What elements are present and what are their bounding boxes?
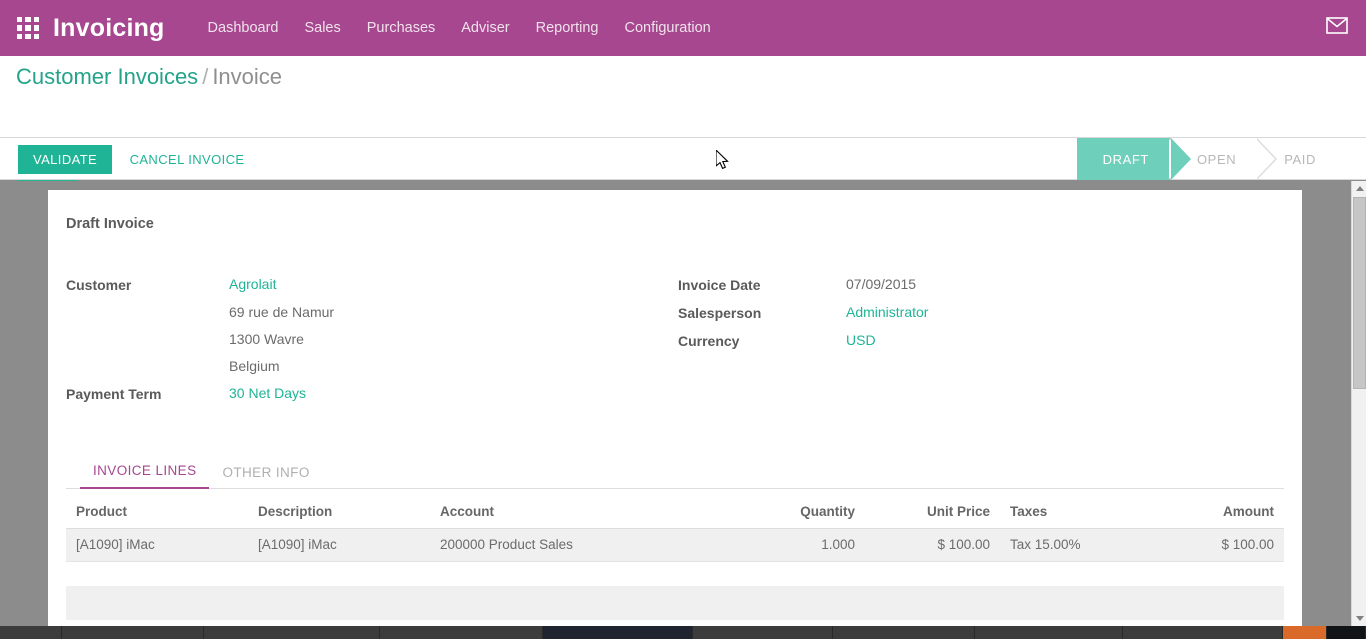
status-stage-open-label: OPEN — [1197, 152, 1236, 167]
address-street: 69 rue de Namur — [229, 304, 678, 320]
tab-invoice-lines[interactable]: INVOICE LINES — [80, 455, 209, 489]
payment-term-value[interactable]: 30 Net Days — [229, 385, 306, 401]
status-stage-draft-label: DRAFT — [1103, 152, 1149, 167]
cell-product: [A1090] iMac — [66, 529, 248, 562]
top-navbar: Invoicing Dashboard Sales Purchases Advi… — [0, 0, 1366, 56]
envelope-icon[interactable] — [1326, 17, 1348, 39]
taskbar-segment[interactable] — [975, 626, 1123, 639]
control-panel: Customer Invoices/Invoice EDIT CREATE Pr… — [0, 56, 1366, 138]
column-header-product: Product — [66, 497, 248, 529]
grid-apps-icon[interactable] — [17, 17, 39, 39]
os-taskbar — [0, 626, 1366, 639]
menu-item-sales[interactable]: Sales — [291, 0, 353, 56]
status-pipeline: DRAFT OPEN PAID — [1077, 138, 1338, 180]
taskbar-segment[interactable] — [0, 626, 62, 639]
form-fields: Customer Agrolait 69 rue de Namur 1300 W… — [66, 276, 1284, 413]
field-invoice-date: Invoice Date 07/09/2015 — [678, 276, 1238, 293]
table-row[interactable]: [A1090] iMac [A1090] iMac 200000 Product… — [66, 529, 1284, 562]
form-view-content: Draft Invoice Customer Agrolait 69 rue d… — [0, 181, 1351, 626]
breadcrumb-current: Invoice — [212, 64, 282, 89]
status-stage-paid[interactable]: PAID — [1258, 138, 1338, 180]
main-menu: Dashboard Sales Purchases Adviser Report… — [195, 0, 724, 56]
tab-other-info[interactable]: OTHER INFO — [209, 457, 322, 489]
currency-value[interactable]: USD — [846, 332, 876, 348]
invoice-lines-table: Product Description Account Quantity Uni… — [66, 497, 1284, 562]
triangle-down-icon[interactable] — [1352, 611, 1366, 626]
customer-label: Customer — [66, 276, 229, 293]
customer-address: 69 rue de Namur 1300 Wavre Belgium — [66, 304, 678, 374]
column-header-description: Description — [248, 497, 430, 529]
status-stage-draft[interactable]: DRAFT — [1077, 138, 1171, 180]
taskbar-segment[interactable] — [1327, 626, 1366, 639]
add-line-placeholder-row[interactable] — [66, 586, 1284, 620]
column-header-quantity: Quantity — [715, 497, 865, 529]
validate-button[interactable]: VALIDATE — [18, 145, 112, 174]
form-right-column: Invoice Date 07/09/2015 Salesperson Admi… — [678, 276, 1238, 413]
form-title: Draft Invoice — [66, 216, 1284, 232]
vertical-scrollbar[interactable] — [1351, 181, 1366, 626]
form-notebook-tabs: INVOICE LINES OTHER INFO — [66, 455, 1284, 489]
field-payment-term: Payment Term 30 Net Days — [66, 385, 678, 402]
menu-item-configuration[interactable]: Configuration — [612, 0, 724, 56]
cell-amount: $ 100.00 — [1155, 529, 1284, 562]
breadcrumb: Customer Invoices/Invoice — [16, 64, 282, 90]
customer-value[interactable]: Agrolait — [229, 276, 276, 292]
menu-item-purchases[interactable]: Purchases — [354, 0, 449, 56]
address-city: 1300 Wavre — [229, 331, 678, 347]
scrollbar-thumb[interactable] — [1353, 197, 1366, 389]
payment-term-label: Payment Term — [66, 385, 229, 402]
status-stage-paid-label: PAID — [1284, 152, 1316, 167]
cell-quantity: 1.000 — [715, 529, 865, 562]
taskbar-segment-highlight[interactable] — [1283, 626, 1327, 639]
taskbar-segment[interactable] — [380, 626, 543, 639]
salesperson-label: Salesperson — [678, 304, 846, 321]
cell-description: [A1090] iMac — [248, 529, 430, 562]
table-header-row: Product Description Account Quantity Uni… — [66, 497, 1284, 529]
menu-item-adviser[interactable]: Adviser — [448, 0, 522, 56]
taskbar-segment-active[interactable] — [543, 626, 693, 639]
column-header-amount: Amount — [1155, 497, 1284, 529]
stage-chevron-icon — [1257, 138, 1277, 180]
app-brand-title[interactable]: Invoicing — [53, 14, 165, 43]
workflow-buttons: VALIDATE CANCEL INVOICE — [18, 145, 258, 174]
salesperson-value[interactable]: Administrator — [846, 304, 928, 320]
field-customer: Customer Agrolait — [66, 276, 678, 293]
column-header-unit-price: Unit Price — [865, 497, 1000, 529]
invoice-date-label: Invoice Date — [678, 276, 846, 293]
taskbar-segment[interactable] — [62, 626, 204, 639]
status-action-bar: VALIDATE CANCEL INVOICE DRAFT OPEN PAID — [0, 138, 1366, 180]
cancel-invoice-button[interactable]: CANCEL INVOICE — [117, 145, 258, 174]
invoice-form-sheet: Draft Invoice Customer Agrolait 69 rue d… — [48, 190, 1302, 626]
triangle-up-icon[interactable] — [1352, 181, 1366, 196]
currency-label: Currency — [678, 332, 846, 349]
breadcrumb-parent-link[interactable]: Customer Invoices — [16, 64, 198, 89]
cell-account: 200000 Product Sales — [430, 529, 715, 562]
address-country: Belgium — [229, 358, 678, 374]
menu-item-reporting[interactable]: Reporting — [523, 0, 612, 56]
column-header-taxes: Taxes — [1000, 497, 1155, 529]
field-currency: Currency USD — [678, 332, 1238, 349]
taskbar-segment[interactable] — [833, 626, 975, 639]
breadcrumb-separator: / — [202, 64, 208, 89]
taskbar-segment[interactable] — [693, 626, 833, 639]
navbar-right-tools — [1326, 17, 1366, 39]
column-header-account: Account — [430, 497, 715, 529]
taskbar-segment[interactable] — [1123, 626, 1283, 639]
taskbar-segment[interactable] — [204, 626, 380, 639]
cell-taxes: Tax 15.00% — [1000, 529, 1155, 562]
cell-unit-price: $ 100.00 — [865, 529, 1000, 562]
field-salesperson: Salesperson Administrator — [678, 304, 1238, 321]
menu-item-dashboard[interactable]: Dashboard — [195, 0, 292, 56]
invoice-date-value: 07/09/2015 — [846, 276, 916, 292]
form-left-column: Customer Agrolait 69 rue de Namur 1300 W… — [66, 276, 678, 413]
